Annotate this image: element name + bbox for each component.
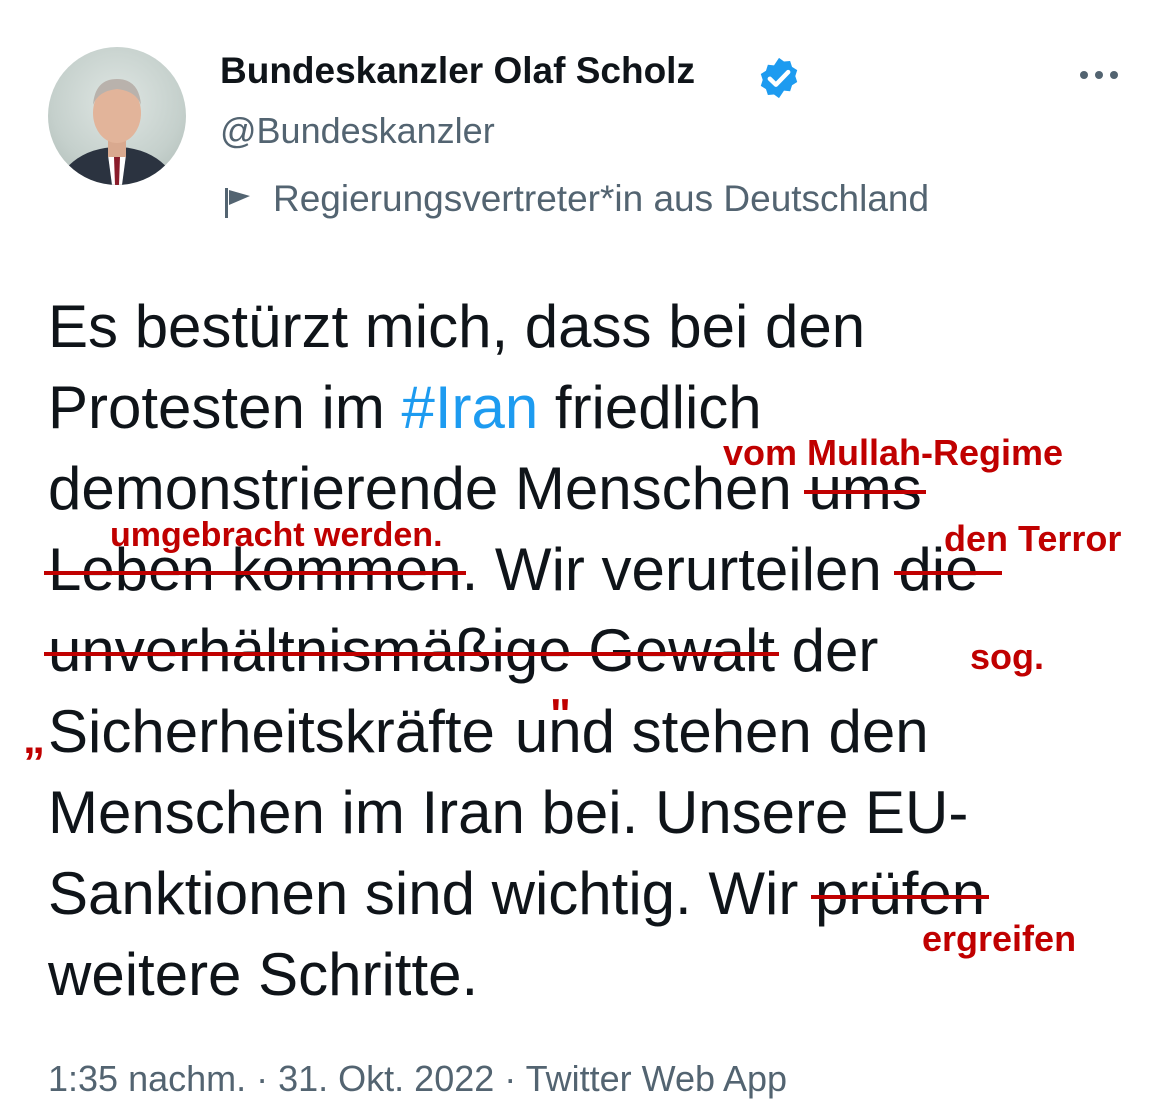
government-label: Regierungsvertreter*in aus Deutschland <box>273 178 930 219</box>
flag-icon <box>225 188 250 218</box>
author-name[interactable]: Bundeskanzler Olaf Scholz <box>220 50 695 92</box>
annotation-umgebracht: umgebracht werden. <box>110 516 443 554</box>
more-options-icon[interactable] <box>1076 55 1122 95</box>
annotation-den-terror: den Terror <box>944 518 1122 559</box>
hashtag-link[interactable]: #Iran <box>401 374 538 441</box>
annotation-open-quote: „ <box>23 714 45 763</box>
tweet-text-line: unverhältnismäßige Gewalt der <box>48 617 879 684</box>
struck-word: prüfen <box>815 860 986 927</box>
tweet-meta: 1:35 nachm. · 31. Okt. 2022 · Twitter We… <box>48 1058 788 1099</box>
tweet-text-line: Protesten im #Iran friedlich <box>48 374 762 441</box>
author-handle[interactable]: @Bundeskanzler <box>220 110 495 152</box>
annotation-vom-mullah-regime: vom Mullah-Regime <box>723 432 1064 473</box>
tweet-text-line: Sanktionen sind wichtig. Wir prüfen <box>48 860 986 927</box>
tweet-text-line: Es bestürzt mich, dass bei den <box>48 293 866 360</box>
tweet-text-line: Sicherheitskräfte und stehen den <box>48 698 929 765</box>
annotation-sog: sog. <box>970 636 1045 677</box>
avatar[interactable] <box>48 47 186 185</box>
struck-phrase: unverhältnismäßige Gewalt <box>48 617 776 684</box>
tweet-text-line: weitere Schritte. <box>48 941 479 1008</box>
annotation-ergreifen: ergreifen <box>922 918 1077 959</box>
verified-badge-icon <box>760 57 798 99</box>
annotation-close-quote: " <box>550 690 571 739</box>
tweet-text-line: Menschen im Iran bei. Unsere EU- <box>48 779 969 846</box>
